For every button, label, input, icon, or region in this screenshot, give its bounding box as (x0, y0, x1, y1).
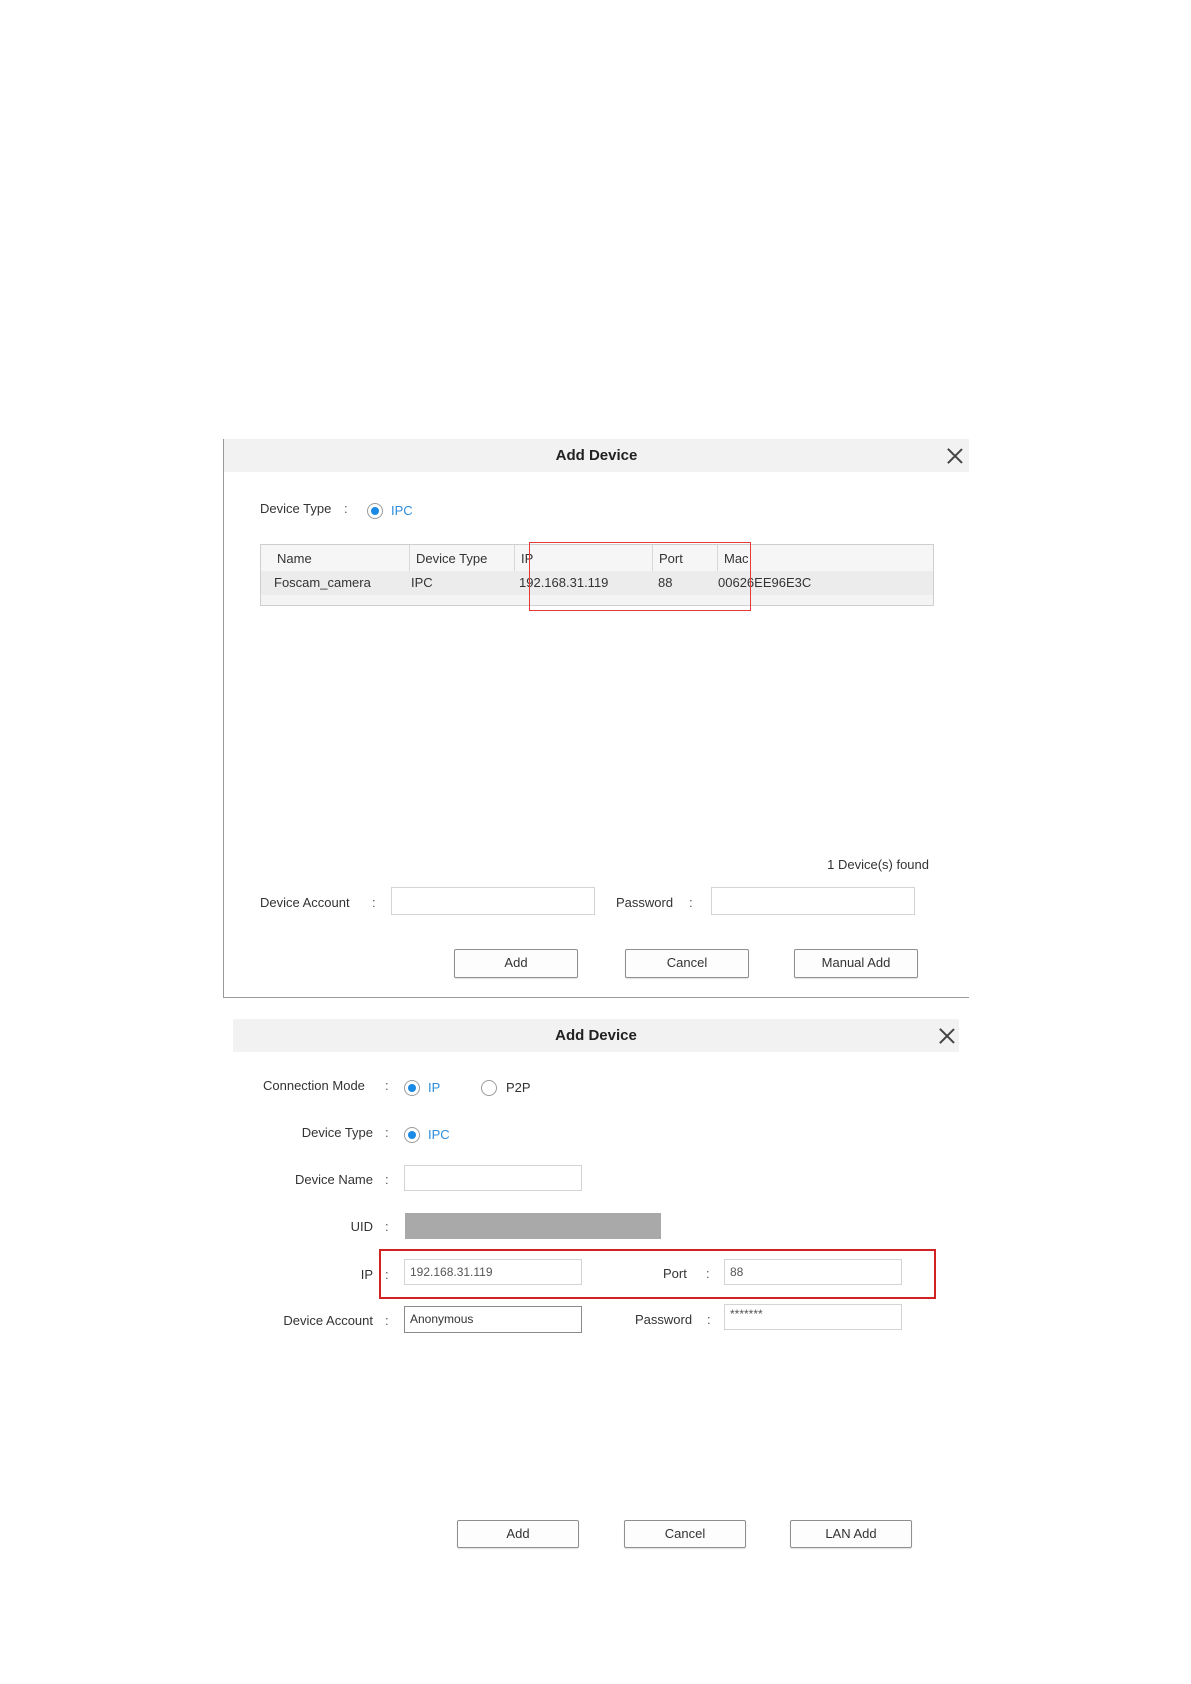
add-device-dialog-scan: Add Device Device Type : IPC Name Device… (223, 439, 969, 998)
password-input[interactable]: ******* (724, 1304, 902, 1330)
uid-input-disabled (405, 1213, 661, 1239)
cell-port: 88 (658, 575, 673, 590)
colon: : (385, 1267, 389, 1282)
device-type-ipc-label: IPC (428, 1127, 450, 1142)
colon: : (344, 501, 348, 516)
cell-ip: 192.168.31.119 (519, 575, 609, 590)
device-list-table: Name Device Type IP Port Mac Foscam_came… (260, 544, 934, 606)
connection-mode-ip-label: IP (428, 1080, 441, 1095)
device-name-label: Device Name (294, 1172, 373, 1187)
add-button[interactable]: Add (457, 1520, 579, 1548)
colon: : (385, 1219, 389, 1234)
password-input[interactable] (711, 887, 915, 915)
device-account-label: Device Account (283, 1313, 373, 1328)
ip-input[interactable]: 192.168.31.119 (404, 1259, 582, 1285)
column-header-ip[interactable]: IP (514, 545, 652, 572)
device-account-label: Device Account (260, 895, 350, 910)
table-header: Name Device Type IP Port Mac (261, 544, 933, 572)
dialog-title: Add Device (555, 447, 638, 464)
password-label: Password (616, 895, 674, 910)
colon: : (689, 895, 693, 910)
colon: : (385, 1313, 389, 1328)
colon: : (706, 1266, 710, 1281)
connection-mode-p2p-radio[interactable] (481, 1080, 497, 1096)
add-button[interactable]: Add (454, 949, 578, 978)
close-icon[interactable] (947, 448, 963, 464)
manual-add-button[interactable]: Manual Add (794, 949, 918, 978)
close-icon[interactable] (939, 1028, 955, 1044)
dialog-title: Add Device (555, 1027, 637, 1044)
device-type-ipc-radio[interactable] (367, 503, 383, 519)
colon: : (385, 1078, 389, 1093)
add-device-dialog-manual: Add Device Connection Mode : IP P2P Devi… (233, 1019, 959, 1559)
cell-mac: 00626EE96E3C (718, 575, 812, 590)
device-type-ipc-radio[interactable] (404, 1127, 420, 1143)
device-type-label: Device Type (260, 501, 332, 516)
cell-device-type: IPC (411, 575, 433, 590)
password-label: Password (635, 1312, 693, 1327)
colon: : (707, 1312, 711, 1327)
column-header-name[interactable]: Name (271, 545, 409, 572)
device-type-label: Device Type (301, 1125, 373, 1140)
column-header-mac[interactable]: Mac (717, 545, 935, 572)
connection-mode-ip-radio[interactable] (404, 1080, 420, 1096)
colon: : (385, 1172, 389, 1187)
port-label: Port (663, 1266, 687, 1281)
device-account-input[interactable]: Anonymous (404, 1306, 582, 1333)
colon: : (372, 895, 376, 910)
connection-mode-p2p-label: P2P (506, 1080, 531, 1095)
lan-add-button[interactable]: LAN Add (790, 1520, 912, 1548)
column-header-device-type[interactable]: Device Type (409, 545, 514, 572)
colon: : (385, 1125, 389, 1140)
device-account-input[interactable] (391, 887, 595, 915)
uid-label: UID (350, 1219, 373, 1234)
device-type-ipc-label: IPC (391, 503, 413, 518)
table-row[interactable]: Foscam_camera IPC 192.168.31.119 88 0062… (261, 571, 933, 595)
cancel-button[interactable]: Cancel (624, 1520, 746, 1548)
column-header-port[interactable]: Port (652, 545, 714, 572)
cell-name: Foscam_camera (274, 575, 371, 590)
cancel-button[interactable]: Cancel (625, 949, 749, 978)
device-name-input[interactable] (404, 1165, 582, 1191)
connection-mode-label: Connection Mode (263, 1078, 365, 1093)
ip-label: IP (360, 1267, 373, 1282)
port-input[interactable]: 88 (724, 1259, 902, 1285)
devices-found-text: 1 Device(s) found (827, 857, 929, 872)
